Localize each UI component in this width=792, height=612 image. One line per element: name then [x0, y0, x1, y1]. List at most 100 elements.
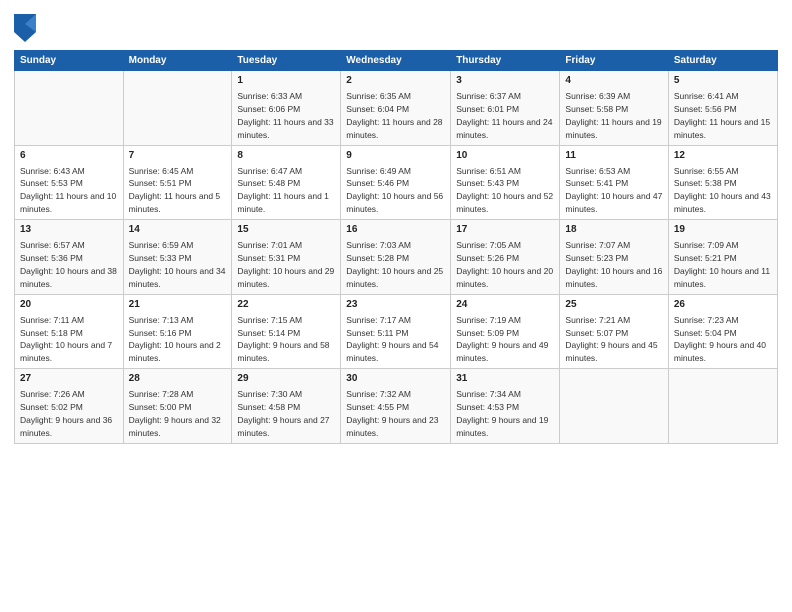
day-number: 22	[237, 298, 335, 312]
week-row-5: 27Sunrise: 7:26 AMSunset: 5:02 PMDayligh…	[15, 369, 778, 444]
header-cell-sunday: Sunday	[15, 51, 124, 71]
calendar-cell: 11 Sunrise: 6:53 AMSunset: 5:41 PMDayligh…	[560, 145, 668, 220]
day-number: 19	[674, 223, 772, 237]
day-number: 25	[565, 298, 662, 312]
calendar-cell: 16 Sunrise: 7:03 AMSunset: 5:28 PMDayligh…	[341, 220, 451, 295]
header-cell-thursday: Thursday	[451, 51, 560, 71]
day-number: 9	[346, 149, 445, 163]
cell-content: Sunrise: 7:11 AMSunset: 5:18 PMDaylight:…	[20, 315, 112, 364]
day-number: 13	[20, 223, 118, 237]
cell-content: Sunrise: 6:59 AMSunset: 5:33 PMDaylight:…	[129, 240, 226, 289]
calendar-cell: 9 Sunrise: 6:49 AMSunset: 5:46 PMDaylight…	[341, 145, 451, 220]
cell-content: Sunrise: 6:57 AMSunset: 5:36 PMDaylight:…	[20, 240, 117, 289]
cell-content: Sunrise: 7:05 AMSunset: 5:26 PMDaylight:…	[456, 240, 553, 289]
day-number: 20	[20, 298, 118, 312]
calendar-cell: 26Sunrise: 7:23 AMSunset: 5:04 PMDayligh…	[668, 294, 777, 369]
cell-content: Sunrise: 7:13 AMSunset: 5:16 PMDaylight:…	[129, 315, 221, 364]
calendar-cell	[560, 369, 668, 444]
calendar-cell: 7Sunrise: 6:45 AMSunset: 5:51 PMDaylight…	[123, 145, 232, 220]
day-number: 3	[456, 74, 554, 88]
calendar-cell: 29 Sunrise: 7:30 AMSunset: 4:58 PMDayligh…	[232, 369, 341, 444]
calendar-cell: 3Sunrise: 6:37 AMSunset: 6:01 PMDaylight…	[451, 71, 560, 146]
day-number: 12	[674, 149, 772, 163]
day-number: 21	[129, 298, 227, 312]
day-number: 18	[565, 223, 662, 237]
header-cell-friday: Friday	[560, 51, 668, 71]
day-number: 5	[674, 74, 772, 88]
cell-content: Sunrise: 6:53 AMSunset: 5:41 PMDaylight:…	[565, 166, 662, 215]
cell-content: Sunrise: 6:39 AMSunset: 5:58 PMDaylight:…	[565, 91, 661, 140]
week-row-3: 13 Sunrise: 6:57 AMSunset: 5:36 PMDayligh…	[15, 220, 778, 295]
cell-content: Sunrise: 7:01 AMSunset: 5:31 PMDaylight:…	[237, 240, 334, 289]
day-number: 29	[237, 372, 335, 386]
day-number: 6	[20, 149, 118, 163]
cell-content: Sunrise: 7:21 AMSunset: 5:07 PMDaylight:…	[565, 315, 657, 364]
day-number: 24	[456, 298, 554, 312]
calendar-cell: 6 Sunrise: 6:43 AMSunset: 5:53 PMDaylight…	[15, 145, 124, 220]
cell-content: Sunrise: 6:43 AMSunset: 5:53 PMDaylight:…	[20, 166, 116, 215]
day-number: 4	[565, 74, 662, 88]
calendar-cell: 8 Sunrise: 6:47 AMSunset: 5:48 PMDaylight…	[232, 145, 341, 220]
cell-content: Sunrise: 6:55 AMSunset: 5:38 PMDaylight:…	[674, 166, 771, 215]
day-number: 1	[237, 74, 335, 88]
day-number: 28	[129, 372, 227, 386]
calendar-cell: 31Sunrise: 7:34 AMSunset: 4:53 PMDayligh…	[451, 369, 560, 444]
calendar-cell: 5Sunrise: 6:41 AMSunset: 5:56 PMDaylight…	[668, 71, 777, 146]
cell-content: Sunrise: 7:32 AMSunset: 4:55 PMDaylight:…	[346, 389, 438, 438]
day-number: 7	[129, 149, 227, 163]
calendar-cell: 20 Sunrise: 7:11 AMSunset: 5:18 PMDayligh…	[15, 294, 124, 369]
header-cell-monday: Monday	[123, 51, 232, 71]
day-number: 8	[237, 149, 335, 163]
day-number: 16	[346, 223, 445, 237]
header	[14, 10, 778, 42]
calendar-cell: 27Sunrise: 7:26 AMSunset: 5:02 PMDayligh…	[15, 369, 124, 444]
cell-content: Sunrise: 7:07 AMSunset: 5:23 PMDaylight:…	[565, 240, 662, 289]
cell-content: Sunrise: 7:23 AMSunset: 5:04 PMDaylight:…	[674, 315, 766, 364]
calendar-cell: 15 Sunrise: 7:01 AMSunset: 5:31 PMDayligh…	[232, 220, 341, 295]
cell-content: Sunrise: 7:09 AMSunset: 5:21 PMDaylight:…	[674, 240, 770, 289]
calendar-cell: 21 Sunrise: 7:13 AMSunset: 5:16 PMDayligh…	[123, 294, 232, 369]
calendar-cell	[668, 369, 777, 444]
cell-content: Sunrise: 6:51 AMSunset: 5:43 PMDaylight:…	[456, 166, 553, 215]
cell-content: Sunrise: 7:15 AMSunset: 5:14 PMDaylight:…	[237, 315, 329, 364]
week-row-1: 1 Sunrise: 6:33 AMSunset: 6:06 PMDaylight…	[15, 71, 778, 146]
cell-content: Sunrise: 7:26 AMSunset: 5:02 PMDaylight:…	[20, 389, 112, 438]
day-number: 23	[346, 298, 445, 312]
calendar-cell: 10 Sunrise: 6:51 AMSunset: 5:43 PMDayligh…	[451, 145, 560, 220]
cell-content: Sunrise: 7:30 AMSunset: 4:58 PMDaylight:…	[237, 389, 329, 438]
day-number: 11	[565, 149, 662, 163]
day-number: 14	[129, 223, 227, 237]
day-number: 2	[346, 74, 445, 88]
calendar-cell: 1 Sunrise: 6:33 AMSunset: 6:06 PMDaylight…	[232, 71, 341, 146]
calendar-table: SundayMondayTuesdayWednesdayThursdayFrid…	[14, 50, 778, 444]
calendar-cell: 22 Sunrise: 7:15 AMSunset: 5:14 PMDayligh…	[232, 294, 341, 369]
cell-content: Sunrise: 7:03 AMSunset: 5:28 PMDaylight:…	[346, 240, 443, 289]
cell-content: Sunrise: 6:47 AMSunset: 5:48 PMDaylight:…	[237, 166, 329, 215]
calendar-cell: 23 Sunrise: 7:17 AMSunset: 5:11 PMDayligh…	[341, 294, 451, 369]
day-number: 15	[237, 223, 335, 237]
week-row-4: 20 Sunrise: 7:11 AMSunset: 5:18 PMDayligh…	[15, 294, 778, 369]
calendar-cell: 12 Sunrise: 6:55 AMSunset: 5:38 PMDayligh…	[668, 145, 777, 220]
calendar-cell: 4 Sunrise: 6:39 AMSunset: 5:58 PMDaylight…	[560, 71, 668, 146]
cell-content: Sunrise: 6:49 AMSunset: 5:46 PMDaylight:…	[346, 166, 443, 215]
header-cell-tuesday: Tuesday	[232, 51, 341, 71]
cell-content: Sunrise: 6:35 AMSunset: 6:04 PMDaylight:…	[346, 91, 442, 140]
calendar-cell	[123, 71, 232, 146]
calendar-cell: 14 Sunrise: 6:59 AMSunset: 5:33 PMDayligh…	[123, 220, 232, 295]
calendar-cell	[15, 71, 124, 146]
calendar-cell: 30 Sunrise: 7:32 AMSunset: 4:55 PMDayligh…	[341, 369, 451, 444]
day-number: 31	[456, 372, 554, 386]
day-number: 10	[456, 149, 554, 163]
week-row-2: 6 Sunrise: 6:43 AMSunset: 5:53 PMDaylight…	[15, 145, 778, 220]
cell-content: Sunrise: 7:17 AMSunset: 5:11 PMDaylight:…	[346, 315, 438, 364]
day-number: 30	[346, 372, 445, 386]
header-row: SundayMondayTuesdayWednesdayThursdayFrid…	[15, 51, 778, 71]
cell-content: Sunrise: 7:19 AMSunset: 5:09 PMDaylight:…	[456, 315, 548, 364]
calendar-cell: 28 Sunrise: 7:28 AMSunset: 5:00 PMDayligh…	[123, 369, 232, 444]
cell-content: Sunrise: 6:33 AMSunset: 6:06 PMDaylight:…	[237, 91, 333, 140]
calendar-cell: 24 Sunrise: 7:19 AMSunset: 5:09 PMDayligh…	[451, 294, 560, 369]
calendar-cell: 17Sunrise: 7:05 AMSunset: 5:26 PMDayligh…	[451, 220, 560, 295]
calendar-cell: 18 Sunrise: 7:07 AMSunset: 5:23 PMDayligh…	[560, 220, 668, 295]
calendar-cell: 19 Sunrise: 7:09 AMSunset: 5:21 PMDayligh…	[668, 220, 777, 295]
cell-content: Sunrise: 7:28 AMSunset: 5:00 PMDaylight:…	[129, 389, 221, 438]
